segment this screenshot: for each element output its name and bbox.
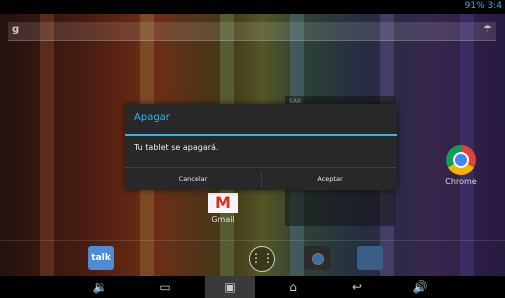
chrome-icon [446,145,476,175]
google-search-bar[interactable]: g ☂ [8,22,496,41]
all-apps-icon[interactable]: ⋮⋮ [249,246,275,272]
camera-icon[interactable] [304,246,330,270]
back-icon[interactable]: ↩ [332,276,382,298]
status-bar: 91% 3:4 [0,0,505,14]
dialog-message: Tu tablet se apagará. [134,143,219,152]
volume-up-icon[interactable]: 🔊 [395,276,445,298]
gallery-icon[interactable] [357,246,383,270]
status-battery-clock: 91% 3:4 [464,1,502,11]
accept-button[interactable]: Aceptar [262,168,398,190]
app-gmail[interactable]: M Gmail [205,193,241,224]
dock-divider [0,240,505,241]
home-icon[interactable]: ⌂ [268,276,318,298]
google-icon: g [12,24,20,35]
app-chrome-label: Chrome [445,177,477,186]
dialog-title: Apagar [134,112,170,123]
volume-down-icon[interactable]: 🔉 [75,276,125,298]
recents-icon[interactable]: ▭ [140,276,190,298]
navigation-bar: 🔉 ▭ ▣ ⌂ ↩ 🔊 [0,276,505,298]
power-off-dialog: Apagar Tu tablet se apagará. Cancelar Ac… [125,104,397,190]
cancel-button[interactable]: Cancelar [125,168,261,190]
talk-icon[interactable]: talk [88,246,114,270]
screenshot-icon[interactable]: ▣ [205,276,255,298]
gmail-icon: M [208,193,238,213]
mic-icon[interactable]: ☂ [483,24,492,35]
dialog-title-divider [125,134,397,136]
app-gmail-label: Gmail [211,215,235,224]
app-chrome[interactable]: Chrome [441,145,481,186]
